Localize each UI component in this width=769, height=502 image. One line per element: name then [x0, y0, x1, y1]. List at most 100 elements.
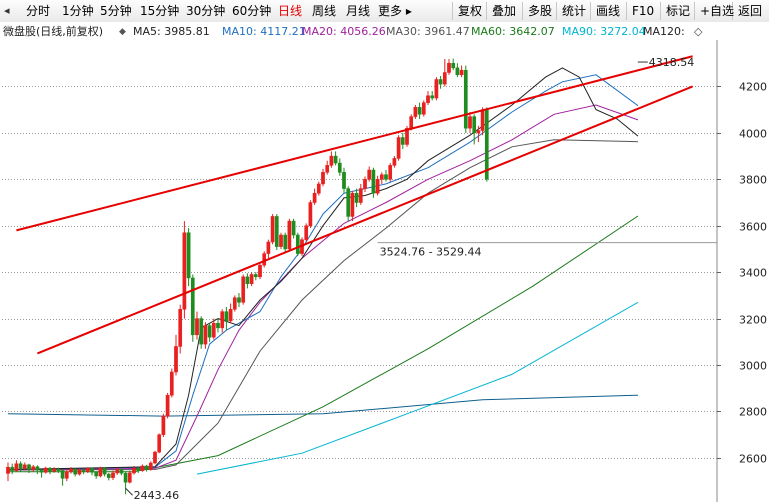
- period-tab-2[interactable]: 5分钟: [100, 3, 132, 19]
- candle-body: [316, 183, 321, 194]
- candle-body: [379, 174, 384, 180]
- tool-button-8[interactable]: 返回: [738, 3, 762, 19]
- candle-body: [203, 325, 208, 345]
- candle-body: [165, 394, 170, 417]
- period-tab-9[interactable]: 更多 ▸: [378, 3, 412, 19]
- candle-body: [291, 220, 296, 236]
- candle-body: [245, 276, 250, 285]
- candle-body: [169, 371, 174, 396]
- indicator-legend: 微盘股(日线,前复权) ◆ ◇ MA5: 3985.81 MA10: 4117.2…: [0, 22, 769, 40]
- legend-ma-2: MA20: 4056.26: [302, 25, 386, 38]
- candle-body: [283, 234, 288, 250]
- candle-body: [60, 470, 65, 479]
- y-tick-label: 3200: [739, 314, 767, 327]
- candle-body: [270, 216, 275, 243]
- tool-button-5[interactable]: F10: [632, 3, 654, 19]
- candle-body: [153, 451, 157, 464]
- candle-body: [119, 469, 124, 474]
- period-tab-0[interactable]: 分时: [26, 3, 50, 19]
- candle-body: [241, 276, 246, 303]
- legend-ma-5: MA90: 3272.04: [562, 25, 646, 38]
- candle-body: [480, 109, 485, 131]
- candle-body: [178, 309, 183, 347]
- toolbar-separator: [694, 2, 695, 20]
- period-tab-4[interactable]: 30分钟: [186, 3, 225, 19]
- tool-button-7[interactable]: +自选: [700, 3, 734, 19]
- legend-ma-1: MA10: 4117.21: [222, 25, 306, 38]
- candle-body: [430, 95, 435, 99]
- tool-button-1[interactable]: 叠加: [492, 3, 516, 19]
- candle-body: [157, 434, 162, 453]
- tool-button-4[interactable]: 画线: [596, 3, 620, 19]
- range-label: 3524.76 - 3529.44: [380, 246, 482, 259]
- toolbar-separator: [660, 2, 661, 20]
- ma-line-ma30: [7, 139, 639, 471]
- candle-body: [400, 137, 405, 145]
- toolbar-separator: [626, 2, 627, 20]
- candle-body: [90, 468, 94, 473]
- legend-expand-icon[interactable]: ◆: [119, 26, 126, 39]
- candle-body: [476, 130, 481, 134]
- candle-body: [392, 158, 397, 166]
- candle-body: [207, 325, 212, 338]
- legend-ma-0: MA5: 3985.81: [133, 25, 210, 38]
- candle-body: [224, 311, 229, 322]
- candle-body: [279, 234, 283, 247]
- legend-title: 微盘股(日线,前复权): [3, 25, 104, 38]
- period-tab-7[interactable]: 周线: [312, 3, 336, 19]
- candle-body: [186, 232, 191, 279]
- candle-body: [211, 322, 216, 338]
- period-tab-5[interactable]: 60分钟: [232, 3, 271, 19]
- candle-body: [396, 137, 401, 159]
- candle-body: [64, 471, 69, 479]
- candle-body: [232, 297, 237, 310]
- candle-body: [350, 192, 355, 217]
- y-tick-label: 3600: [739, 221, 767, 234]
- candle-body: [447, 62, 451, 73]
- candle-body: [136, 468, 141, 471]
- candle-body: [451, 62, 456, 69]
- candle-body: [14, 463, 19, 471]
- candle-body: [308, 202, 313, 226]
- candle-body: [111, 472, 115, 478]
- y-tick-label: 4000: [739, 128, 767, 141]
- candle-body: [346, 188, 351, 217]
- candle-body: [237, 297, 241, 303]
- candle-body: [123, 472, 128, 483]
- candle-body: [417, 107, 422, 115]
- candle-body: [39, 469, 44, 473]
- collapse-arrow-icon[interactable]: ◂: [4, 4, 10, 17]
- candle-body: [321, 172, 325, 185]
- legend-ma-6: MA120:: [643, 25, 685, 38]
- candle-body: [73, 468, 78, 475]
- period-tab-3[interactable]: 15分钟: [140, 3, 179, 19]
- toolbar-separator: [522, 2, 523, 20]
- period-tab-8[interactable]: 月线: [346, 3, 370, 19]
- tool-button-2[interactable]: 多股: [528, 3, 552, 19]
- candle-body: [253, 274, 258, 278]
- period-tab-1[interactable]: 1分钟: [62, 3, 94, 19]
- candle-body: [52, 468, 57, 472]
- y-tick-label: 3400: [739, 267, 767, 280]
- toolbar-separator: [452, 2, 453, 20]
- legend-ma-4: MA60: 3642.07: [471, 25, 555, 38]
- tool-button-3[interactable]: 统计: [562, 3, 586, 19]
- candle-body: [48, 467, 52, 472]
- candle-body: [77, 469, 82, 475]
- y-tick-label: 2800: [739, 406, 767, 419]
- tool-button-6[interactable]: 标记: [666, 3, 690, 19]
- period-tab-6[interactable]: 日线: [278, 3, 302, 19]
- kline-chart[interactable]: 4200 4000 3800 3600 3400 3200 3000 2800 2600 3524…: [0, 40, 769, 502]
- candle-body: [81, 469, 86, 473]
- y-tick-label: 3800: [739, 174, 767, 187]
- candle-body: [455, 67, 460, 76]
- candle-body: [199, 318, 204, 345]
- candle-body: [22, 464, 27, 469]
- candle-body: [371, 169, 376, 194]
- candle-body: [459, 69, 464, 76]
- candle-body: [312, 192, 317, 203]
- legend-more-icon[interactable]: ◇: [694, 25, 702, 38]
- candle-body: [409, 116, 414, 129]
- ma-line-ma60: [8, 215, 639, 473]
- tool-button-0[interactable]: 复权: [458, 3, 482, 19]
